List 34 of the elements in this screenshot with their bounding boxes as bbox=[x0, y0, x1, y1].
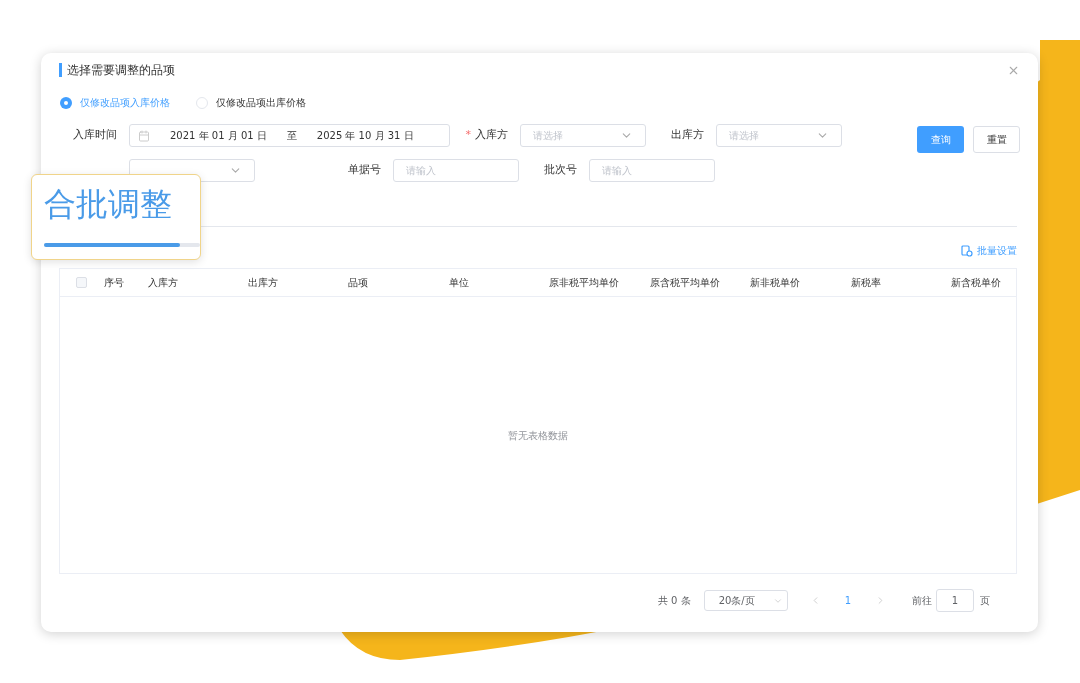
column-header: 序号 bbox=[103, 276, 125, 290]
field-label: 入库方 bbox=[475, 127, 508, 144]
column-header: 新含税单价 bbox=[951, 276, 1003, 290]
page-suffix: 页 bbox=[980, 594, 990, 608]
field-label: 出库方 bbox=[671, 127, 704, 144]
search-button[interactable]: 查询 bbox=[917, 126, 964, 153]
field-label: 批次号 bbox=[544, 162, 577, 179]
field-label: 入库时间 bbox=[72, 127, 118, 144]
page-number[interactable]: 1 bbox=[844, 593, 851, 608]
column-header: 原非税平均单价 bbox=[549, 276, 621, 290]
column-header: 新税率 bbox=[850, 276, 882, 290]
column-header: 新非税单价 bbox=[750, 276, 802, 290]
select-all-checkbox[interactable] bbox=[76, 277, 88, 288]
column-header: 品项 bbox=[348, 276, 370, 290]
copy-settings-icon bbox=[961, 244, 973, 257]
column-header: 单位 bbox=[448, 276, 470, 290]
column-header: 原含税平均单价 bbox=[649, 276, 721, 290]
callout-title: 合批调整 bbox=[44, 184, 173, 225]
required-asterisk: * bbox=[465, 127, 471, 144]
batch-settings-link[interactable]: 批量设置 bbox=[961, 243, 1017, 258]
column-header: 入库方 bbox=[147, 276, 179, 290]
field-label: 单据号 bbox=[348, 162, 381, 179]
goto-label: 前往 bbox=[912, 594, 932, 608]
empty-message: 暂无表格数据 bbox=[508, 428, 568, 443]
radio-option[interactable]: 仅修改品项出库价格 bbox=[196, 95, 306, 110]
dialog-title: 选择需要调整的品项 bbox=[59, 63, 175, 77]
calendar-icon bbox=[138, 129, 150, 142]
reset-button[interactable]: 重置 bbox=[973, 126, 1020, 153]
column-header: 出库方 bbox=[248, 276, 279, 290]
date-range-field[interactable]: 2021 年 01 月 01 日 至 2025 年 10 月 31 日 bbox=[129, 124, 450, 147]
page-input[interactable]: 1 bbox=[936, 589, 974, 612]
total-count: 共 0 条 bbox=[657, 594, 691, 608]
page-size-select[interactable]: 20条/页 bbox=[703, 590, 788, 611]
radio-option[interactable]: 仅修改品项入库价格 bbox=[60, 95, 170, 110]
